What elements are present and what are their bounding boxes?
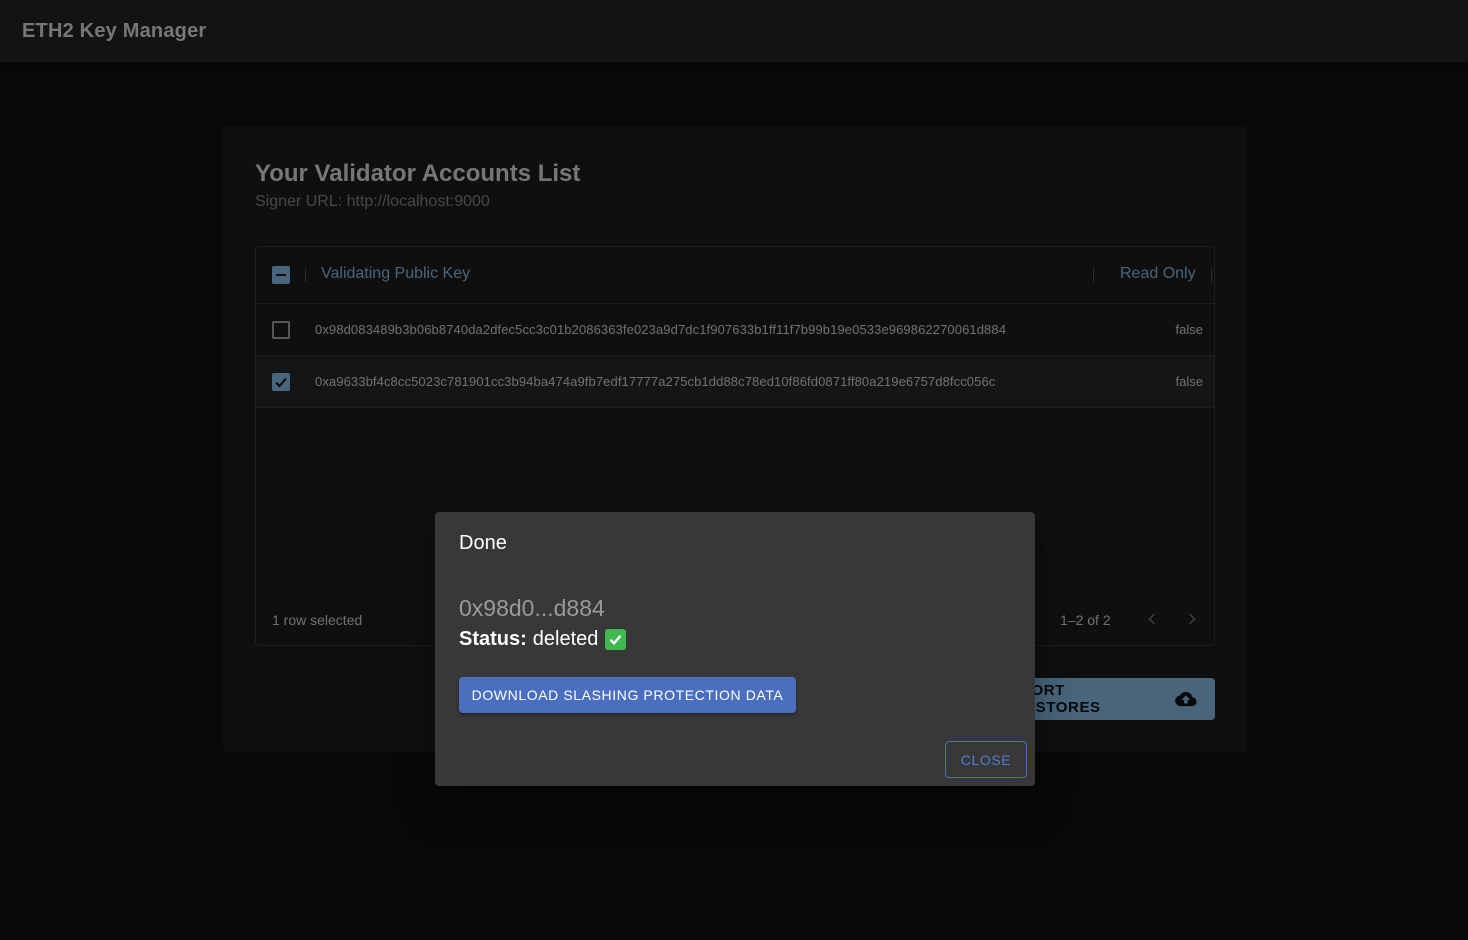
status-label: Status: xyxy=(459,628,527,650)
modal-backdrop[interactable] xyxy=(0,0,1468,940)
dialog-title: Done xyxy=(459,532,507,554)
check-mark-icon xyxy=(605,629,627,650)
delete-status: Status: deleted xyxy=(459,628,627,651)
close-button[interactable]: CLOSE xyxy=(945,741,1027,778)
delete-result-dialog: Done 0x98d0...d884 Status: deleted DOWNL… xyxy=(435,512,1035,786)
status-value: deleted xyxy=(532,628,599,650)
download-slashing-protection-button[interactable]: DOWNLOAD SLASHING PROTECTION DATA xyxy=(459,677,796,713)
deleted-key-short: 0x98d0...d884 xyxy=(459,595,605,621)
